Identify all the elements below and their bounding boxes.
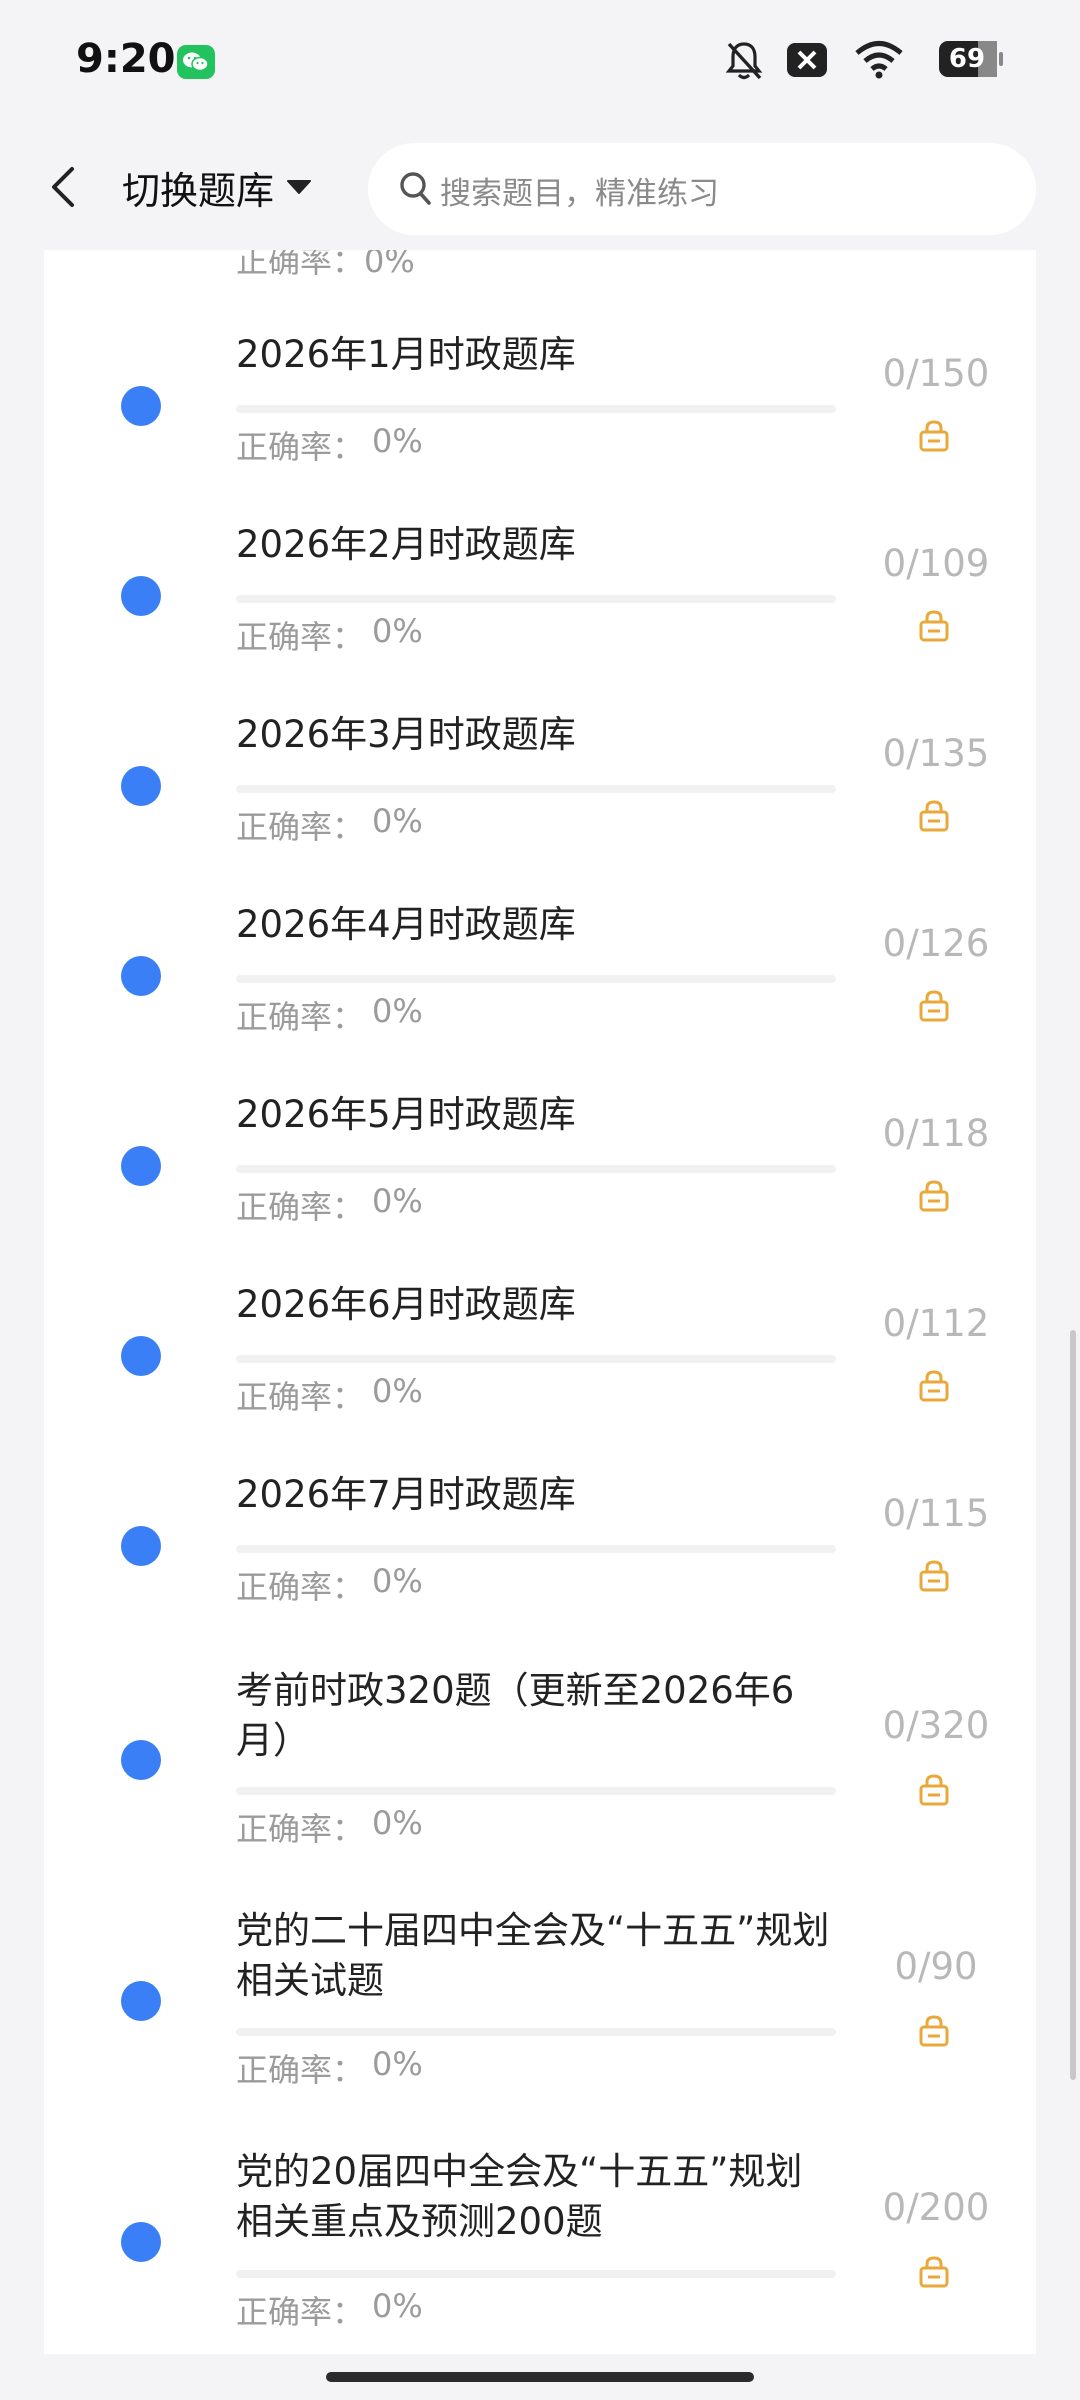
status-icons: 69 bbox=[725, 40, 1004, 84]
item-title: 2026年7月时政题库 bbox=[236, 1473, 576, 1516]
status-dot bbox=[121, 956, 161, 996]
status-dot bbox=[121, 766, 161, 806]
item-title: 2026年5月时政题库 bbox=[236, 1093, 576, 1136]
question-count: 0/320 bbox=[882, 1704, 990, 1747]
status-time: 9:20 bbox=[76, 36, 176, 82]
lock-icon[interactable] bbox=[917, 418, 951, 456]
progress-bar bbox=[236, 1355, 836, 1363]
accuracy-label: 正确率： bbox=[236, 428, 365, 466]
search-input[interactable]: 搜索题目，精准练习 bbox=[368, 143, 1036, 235]
item-title: 党的20届四中全会及“十五五”规划相关重点及预测200题 bbox=[236, 2150, 803, 2243]
accuracy-value: 0% bbox=[372, 1372, 423, 1410]
question-count: 0/115 bbox=[882, 1492, 990, 1535]
question-count: 0/90 bbox=[894, 1945, 978, 1988]
status-dot bbox=[121, 576, 161, 616]
switch-bank-label: 切换题库 bbox=[122, 168, 275, 213]
accuracy-value: 0% bbox=[372, 992, 423, 1030]
progress-bar bbox=[236, 405, 836, 413]
status-dot bbox=[121, 1146, 161, 1186]
item-title: 2026年2月时政题库 bbox=[236, 523, 576, 566]
home-indicator[interactable] bbox=[326, 2372, 754, 2382]
question-count: 0/126 bbox=[882, 922, 990, 965]
accuracy-label: 正确率： bbox=[236, 1378, 365, 1416]
question-count: 0/118 bbox=[882, 1112, 990, 1155]
status-dot bbox=[121, 1336, 161, 1376]
status-bar: 9:20 69 bbox=[0, 0, 1080, 125]
progress-bar bbox=[236, 595, 836, 603]
wifi-icon bbox=[855, 41, 903, 79]
accuracy-label: 正确率： bbox=[236, 808, 365, 846]
item-title: 2026年4月时政题库 bbox=[236, 903, 576, 946]
item-title: 2026年3月时政题库 bbox=[236, 713, 576, 756]
progress-bar bbox=[236, 2270, 836, 2278]
progress-bar bbox=[236, 785, 836, 793]
lock-icon[interactable] bbox=[917, 798, 951, 836]
accuracy-value: 0% bbox=[372, 612, 423, 650]
item-title: 党的二十届四中全会及“十五五”规划相关试题 bbox=[236, 1909, 830, 2002]
accuracy-label: 正确率： bbox=[236, 2293, 365, 2331]
progress-bar bbox=[236, 1545, 836, 1553]
progress-bar bbox=[236, 2028, 836, 2036]
status-dot bbox=[121, 1740, 161, 1780]
lock-icon[interactable] bbox=[917, 608, 951, 646]
close-box-icon bbox=[787, 43, 827, 77]
accuracy-value: 0% bbox=[372, 1182, 423, 1220]
switch-bank-dropdown[interactable]: 切换题库 bbox=[122, 161, 312, 213]
item-title: 考前时政320题（更新至2026年6月） bbox=[236, 1669, 795, 1762]
accuracy-value: 0% bbox=[372, 1804, 423, 1842]
question-count: 0/135 bbox=[882, 732, 990, 775]
wechat-icon bbox=[177, 45, 215, 79]
progress-bar bbox=[236, 1165, 836, 1173]
accuracy-value: 0% bbox=[372, 2287, 423, 2325]
scrollbar[interactable] bbox=[1070, 1330, 1076, 2080]
item-title: 2026年6月时政题库 bbox=[236, 1283, 576, 1326]
battery-icon: 69 bbox=[938, 40, 1004, 80]
lock-icon[interactable] bbox=[917, 1368, 951, 1406]
back-button[interactable] bbox=[44, 163, 84, 211]
question-count: 0/200 bbox=[882, 2186, 990, 2229]
question-count: 0/109 bbox=[882, 542, 990, 585]
lock-icon[interactable] bbox=[917, 1772, 951, 1810]
search-icon bbox=[400, 172, 431, 205]
accuracy-label: 正确率： bbox=[236, 1188, 365, 1226]
accuracy-label: 正确率： bbox=[236, 1810, 365, 1848]
accuracy-label: 正确率： bbox=[236, 1568, 365, 1606]
question-count: 0/112 bbox=[882, 1302, 990, 1345]
chevron-left-icon bbox=[52, 167, 74, 207]
accuracy-text: 正确率：0% bbox=[236, 250, 415, 280]
bell-muted-icon bbox=[725, 42, 763, 80]
status-dot bbox=[121, 1526, 161, 1566]
status-dot bbox=[121, 2222, 161, 2262]
lock-icon[interactable] bbox=[917, 2254, 951, 2292]
progress-bar bbox=[236, 1787, 836, 1795]
lock-icon[interactable] bbox=[917, 2013, 951, 2051]
accuracy-value: 0% bbox=[372, 422, 423, 460]
question-count: 0/150 bbox=[882, 352, 990, 395]
search-placeholder: 搜索题目，精准练习 bbox=[440, 176, 719, 212]
header: 切换题库 搜索题目，精准练习 bbox=[0, 125, 1080, 250]
item-title: 2026年1月时政题库 bbox=[236, 333, 576, 376]
accuracy-label: 正确率： bbox=[236, 998, 365, 1036]
accuracy-value: 0% bbox=[372, 802, 423, 840]
battery-level: 69 bbox=[948, 44, 986, 74]
accuracy-label: 正确率： bbox=[236, 618, 365, 656]
caret-down-icon bbox=[287, 180, 312, 194]
accuracy-value: 0% bbox=[372, 1562, 423, 1600]
lock-icon[interactable] bbox=[917, 988, 951, 1026]
partial-list-item: 正确率：0% bbox=[0, 250, 1080, 280]
accuracy-value: 0% bbox=[372, 2045, 423, 2083]
status-dot bbox=[121, 386, 161, 426]
accuracy-label: 正确率： bbox=[236, 2051, 365, 2089]
status-dot bbox=[121, 1981, 161, 2021]
progress-bar bbox=[236, 975, 836, 983]
lock-icon[interactable] bbox=[917, 1178, 951, 1216]
lock-icon[interactable] bbox=[917, 1558, 951, 1596]
